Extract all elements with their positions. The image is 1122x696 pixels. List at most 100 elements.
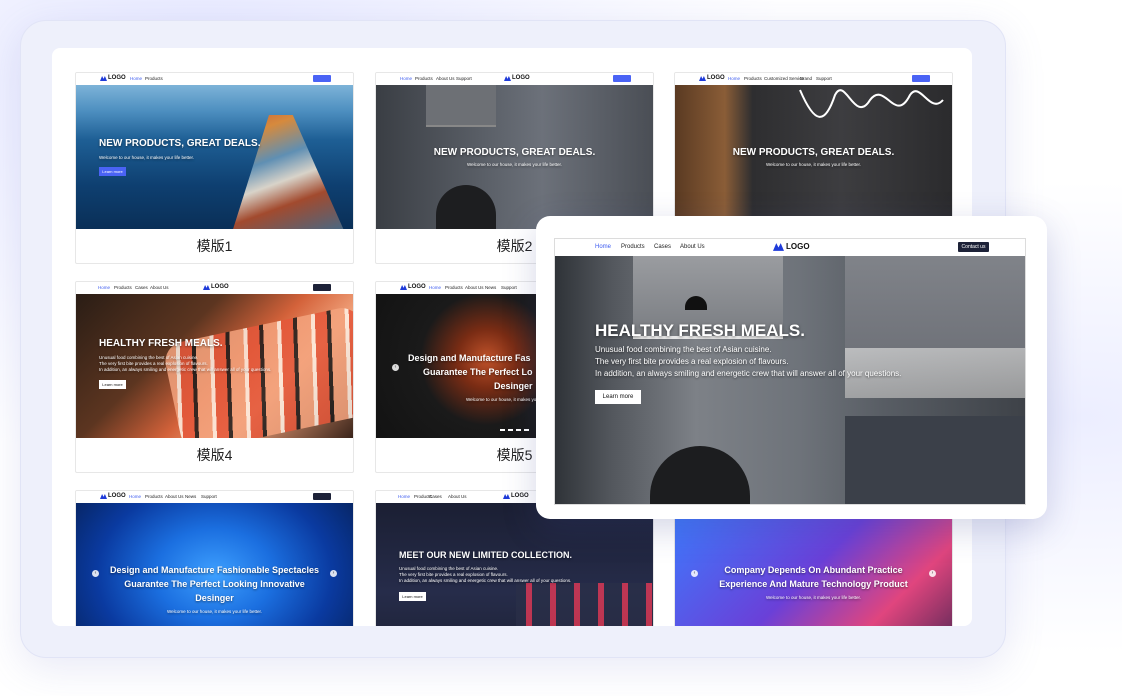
hero-subtitle: Welcome to our house, it makes your life… [766,162,861,167]
nav-news[interactable]: News [185,494,196,499]
hero-image-living-room: NEW PRODUCTS, GREAT DEALS. Welcome to ou… [675,85,952,229]
hero-subtitle: Welcome to our house, it makes your life… [99,155,194,160]
template-card-1[interactable]: LOGO Home Products NEW PRODUCTS, GREAT D… [75,72,354,264]
mixer-buttons [516,583,653,626]
nav-customized-service[interactable]: Customized Service [764,76,804,81]
nav-about[interactable]: About Us [150,285,169,290]
contact-button[interactable] [313,284,331,291]
nav-about[interactable]: About Us [165,494,184,499]
nav-products[interactable]: Products [621,244,645,250]
logo-icon [203,284,210,290]
container-ship [231,115,346,229]
hero-subtitle: Welcome to our house, it makes yo [466,397,537,402]
nav-home[interactable]: Home [98,285,110,290]
hero-title: HEALTHY FRESH MEALS. [99,338,223,349]
logo-icon [400,284,407,290]
logo: LOGO [503,493,529,499]
template-label: 模版4 [196,447,233,463]
neon-light-strip [799,89,944,118]
hero-line-2: The very first bite provides a real expl… [595,357,789,366]
nav-products[interactable]: Products [145,76,163,81]
nav-home[interactable]: Home [129,494,141,499]
hero-subtitle: Welcome to our house, it makes your life… [766,595,861,600]
hero-title-line-2: Guarantee The Perfect Looking Innovative [124,579,305,589]
logo: LOGO [400,284,426,290]
hero-line-2: The very first bite provides a real expl… [99,361,208,366]
hero-line-3: In addition, an always smiling and energ… [399,578,572,583]
nav-brand[interactable]: Brand [800,76,812,81]
hero-line-3: In addition, an always smiling and energ… [595,369,902,378]
nav-cases[interactable]: Cases [654,244,671,250]
hero-line-1: Unusual food combining the best of Asian… [595,345,772,354]
contact-button[interactable] [912,75,930,82]
hero-title-line-1: Design and Manufacture Fas [408,353,531,363]
nav-products[interactable]: Products [145,494,163,499]
hero-line-1: Unusual food combining the best of Asian… [99,355,199,360]
nav-about[interactable]: About Us [680,244,705,250]
nav-support[interactable]: Support [501,285,517,290]
nav-support[interactable]: Support [201,494,217,499]
nav-home[interactable]: Home [130,76,142,81]
nav-support[interactable]: Support [456,76,472,81]
nav-news[interactable]: News [485,285,496,290]
hero-title-line-1: Design and Manufacture Fashionable Spect… [109,565,320,575]
nav-cases[interactable]: Cases [429,494,442,499]
logo: LOGO [699,75,725,81]
contact-button[interactable] [313,75,331,82]
logo: LOGO [100,75,126,81]
logo-icon [699,75,706,81]
hero-image-blue-dress: ‹ › Design and Manufacture Fashionable S… [76,503,353,626]
hero-title: NEW PRODUCTS, GREAT DEALS. [99,138,261,149]
learn-more-button[interactable]: Learn more [399,592,426,601]
hero-title-line-3: Desinger [494,381,533,391]
learn-more-button[interactable]: Learn more [99,167,126,176]
hero-title-line-2: Guarantee The Perfect Lo [423,367,533,377]
hero-subtitle: Welcome to our house, it makes your life… [167,609,262,614]
nav-home[interactable]: Home [595,244,611,250]
hero-title: HEALTHY FRESH MEALS. [595,321,805,340]
logo: LOGO [773,242,810,251]
template-label: 模版1 [196,238,233,254]
nav-home[interactable]: Home [398,494,410,499]
nav-cases[interactable]: Cases [135,285,148,290]
nav-products[interactable]: Products [415,76,433,81]
nav-home[interactable]: Home [728,76,740,81]
logo-icon [503,493,510,499]
hero-line-3: In addition, an always smiling and energ… [99,367,272,372]
nav-about[interactable]: About Us [465,285,484,290]
nav-home[interactable]: Home [400,76,412,81]
contact-button[interactable]: Contact us [958,242,989,252]
hero-image-neon-keyboard: ‹ › Company Depends On Abundant Practice… [675,503,952,626]
template-preview-popup[interactable]: Home Products Cases About Us LOGO Contac… [536,216,1047,519]
slide-indicators[interactable] [500,429,530,431]
logo: LOGO [203,284,229,290]
nav-home[interactable]: Home [429,285,441,290]
contact-button[interactable] [613,75,631,82]
contact-button[interactable] [313,493,331,500]
hero-title: MEET OUR NEW LIMITED COLLECTION. [399,550,572,560]
logo-icon [773,242,784,251]
learn-more-button[interactable]: Learn more [99,380,126,389]
logo: LOGO [504,75,530,81]
dining-table [650,446,750,504]
preview-nav: Home Products Cases About Us LOGO Contac… [555,239,1025,257]
template-card-6[interactable]: LOGO Home Products About Us News Support… [75,490,354,626]
nav-support[interactable]: Support [816,76,832,81]
nav-about[interactable]: About Us [436,76,455,81]
hero-image-cargo-ship: NEW PRODUCTS, GREAT DEALS. Welcome to ou… [76,85,353,229]
logo-icon [504,75,511,81]
nav-products[interactable]: Products [744,76,762,81]
hero-title: NEW PRODUCTS, GREAT DEALS. [732,147,895,158]
learn-more-button[interactable]: Learn more [595,390,641,404]
hero-line-2: The very first bite provides a real expl… [399,572,508,577]
template-card-4[interactable]: Home Products Cases About Us LOGO HEALTH… [75,281,354,473]
logo-icon [100,75,107,81]
shelves [426,85,496,127]
nav-products[interactable]: Products [114,285,132,290]
hero-title: NEW PRODUCTS, GREAT DEALS. [433,147,596,158]
nav-about[interactable]: About Us [448,494,467,499]
prev-slide-arrow[interactable]: ‹ [392,364,399,371]
preview-hero-kitchen: HEALTHY FRESH MEALS. Unusual food combin… [555,256,1025,504]
nav-products[interactable]: Products [445,285,463,290]
hero-image-sushi: HEALTHY FRESH MEALS. Unusual food combin… [76,294,353,438]
